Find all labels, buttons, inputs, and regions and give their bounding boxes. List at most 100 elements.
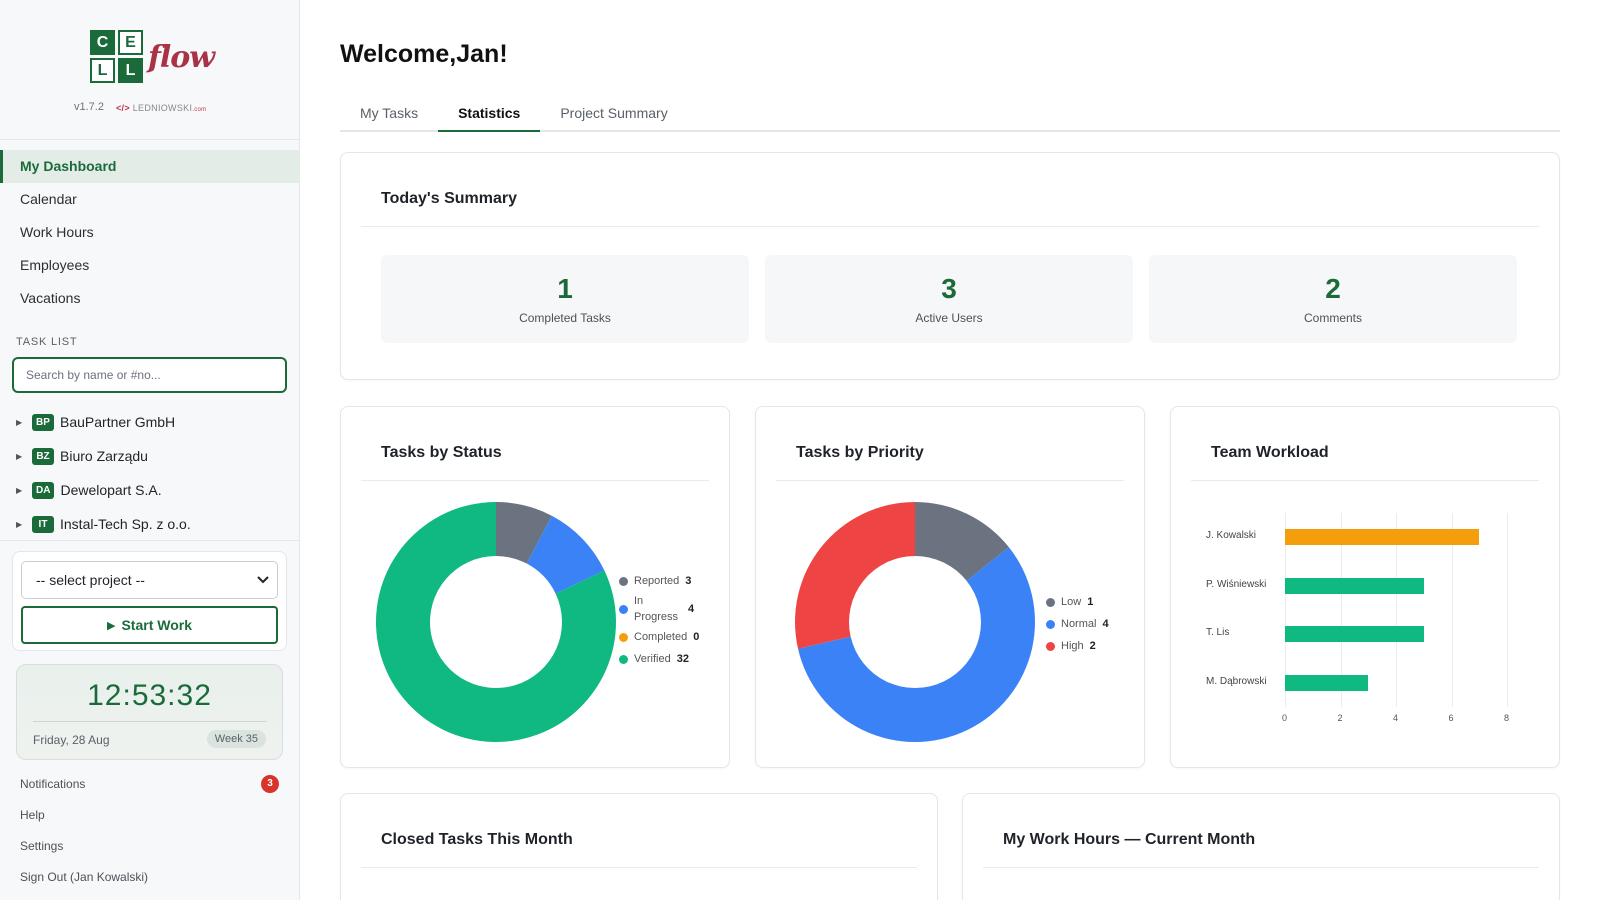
bottom-links: Notifications 3 Help Settings Sign Out (… — [0, 769, 300, 893]
legend-label: Verified — [634, 653, 671, 665]
tab-project-summary[interactable]: Project Summary — [540, 96, 687, 132]
legend-item[interactable]: Low 1 — [1046, 591, 1126, 613]
legend-item[interactable]: In Progress 4 — [619, 592, 709, 626]
legend-item[interactable]: High 2 — [1046, 635, 1126, 657]
legend-item[interactable]: Reported 3 — [619, 570, 709, 592]
tab-statistics[interactable]: Statistics — [438, 96, 541, 132]
task-list-heading: TASK LIST — [16, 336, 78, 348]
legend-value: 4 — [1102, 618, 1109, 630]
logo-wordmark: flow — [148, 40, 215, 75]
divider — [776, 480, 1124, 481]
status-chart-title: Tasks by Status — [381, 444, 502, 461]
workload-bar[interactable] — [1285, 577, 1424, 594]
week-badge: Week 35 — [206, 730, 266, 748]
x-tick-label: 2 — [1337, 713, 1343, 723]
client-badge: IT — [32, 515, 54, 533]
notifications-label: Notifications — [20, 777, 86, 791]
task-search-input[interactable] — [12, 357, 287, 393]
tree-item-biuro-zarzadu[interactable]: ▶ BZ Biuro Zarządu — [0, 439, 300, 473]
legend-item[interactable]: Normal 4 — [1046, 613, 1126, 635]
x-tick-label: 6 — [1448, 713, 1454, 723]
legend-swatch — [619, 654, 628, 664]
legend-swatch — [619, 604, 628, 614]
logo-cell: L — [90, 58, 115, 83]
vendor-link[interactable]: </> LEDNIOWSKI.com — [116, 103, 206, 113]
legend-label: Low — [1061, 596, 1082, 608]
divider — [983, 867, 1539, 868]
settings-link[interactable]: Settings — [0, 831, 300, 862]
project-select-value: -- select project -- — [36, 572, 145, 588]
page-title: Welcome,Jan! — [340, 40, 508, 68]
legend-item[interactable]: Completed 0 — [619, 626, 709, 648]
logo-area: C E L L flow v1.7.2 </> LEDNIOWSKI.com — [0, 0, 299, 140]
tree-item-label: BauPartner GmbH — [60, 414, 176, 430]
app-logo[interactable]: C E L L — [90, 30, 144, 84]
task-tree: ▶ BP BauPartner GmbH ▶ BZ Biuro Zarządu … — [0, 405, 300, 541]
nav-item-work-hours[interactable]: Work Hours — [0, 216, 300, 249]
tab-my-tasks[interactable]: My Tasks — [340, 96, 438, 132]
tab-bar: My Tasks Statistics Project Summary — [340, 96, 1560, 132]
start-work-button[interactable]: ▶ Start Work — [21, 606, 278, 644]
nav-item-my-dashboard[interactable]: My Dashboard — [0, 150, 300, 183]
tree-item-label: Dewelopart S.A. — [60, 482, 162, 498]
tree-item-baupartner[interactable]: ▶ BP BauPartner GmbH — [0, 405, 300, 439]
client-badge: BZ — [32, 447, 54, 465]
divider — [0, 540, 300, 541]
expand-arrow-icon[interactable]: ▶ — [16, 418, 32, 427]
stat-value: 3 — [941, 273, 957, 304]
vendor-code: </> — [116, 103, 130, 113]
play-icon: ▶ — [106, 619, 116, 632]
divider — [361, 480, 709, 481]
legend-swatch — [619, 632, 628, 642]
workload-bar[interactable] — [1285, 626, 1424, 643]
summary-title: Today's Summary — [381, 190, 517, 207]
tree-item-instal-tech[interactable]: ▶ IT Instal-Tech Sp. z o.o. — [0, 507, 300, 541]
tree-item-label: Biuro Zarządu — [60, 448, 148, 464]
project-select[interactable]: -- select project -- — [21, 561, 278, 599]
nav-item-vacations[interactable]: Vacations — [0, 282, 300, 315]
priority-donut-chart — [795, 502, 1035, 742]
stat-comments: 2 Comments — [1149, 255, 1517, 343]
expand-arrow-icon[interactable]: ▶ — [16, 520, 32, 529]
donut-slice-high[interactable] — [795, 502, 915, 649]
tree-item-dewelopart[interactable]: ▶ DA Dewelopart S.A. — [0, 473, 300, 507]
work-hours-card: My Work Hours — Current Month — [962, 793, 1560, 900]
clock-time: 12:53:32 — [87, 679, 212, 712]
work-timer-panel: -- select project -- ▶ Start Work — [12, 551, 287, 651]
workload-bar[interactable] — [1285, 674, 1369, 691]
priority-chart-card: Tasks by Priority Low 1 Normal 4 High 2 — [755, 406, 1145, 768]
main-content: Welcome,Jan! My Tasks Statistics Project… — [300, 0, 1600, 900]
notifications-link[interactable]: Notifications 3 — [0, 769, 300, 800]
app-version: v1.7.2 — [74, 101, 104, 113]
main-nav: My Dashboard Calendar Work Hours Employe… — [0, 150, 300, 315]
expand-arrow-icon[interactable]: ▶ — [16, 452, 32, 461]
legend-item[interactable]: Verified 32 — [619, 648, 709, 670]
legend-swatch — [1046, 597, 1055, 607]
legend-value: 1 — [1087, 596, 1094, 608]
stat-label: Comments — [1303, 311, 1362, 325]
logo-cell: E — [118, 30, 143, 55]
stat-label: Active Users — [915, 311, 983, 325]
help-link[interactable]: Help — [0, 800, 300, 831]
workload-chart-card: Team Workload 0 2 4 6 8 J. Kowalski P. Wiśniew… — [1170, 406, 1560, 768]
nav-item-employees[interactable]: Employees — [0, 249, 300, 282]
expand-arrow-icon[interactable]: ▶ — [16, 486, 32, 495]
legend-value: 32 — [676, 653, 689, 665]
workload-bar[interactable] — [1285, 529, 1480, 546]
sidebar: C E L L flow v1.7.2 </> LEDNIOWSKI.com M… — [0, 0, 300, 900]
notification-count-badge: 3 — [261, 775, 279, 793]
nav-item-calendar[interactable]: Calendar — [0, 183, 300, 216]
x-tick-label: 0 — [1282, 713, 1288, 723]
clock-date: Friday, 28 Aug — [33, 733, 110, 747]
stat-label: Completed Tasks — [519, 311, 611, 325]
x-tick-label: 4 — [1393, 713, 1399, 723]
sign-out-link[interactable]: Sign Out (Jan Kowalski) — [0, 862, 300, 893]
legend-swatch — [1046, 641, 1055, 651]
divider — [361, 867, 917, 868]
tree-item-label: Instal-Tech Sp. z o.o. — [60, 516, 191, 532]
client-badge: BP — [32, 413, 54, 431]
closed-tasks-title: Closed Tasks This Month — [381, 831, 573, 848]
legend-label: Normal — [1061, 618, 1097, 630]
vendor-name: LEDNIOWSKI — [132, 103, 193, 113]
gridline — [1507, 513, 1508, 707]
